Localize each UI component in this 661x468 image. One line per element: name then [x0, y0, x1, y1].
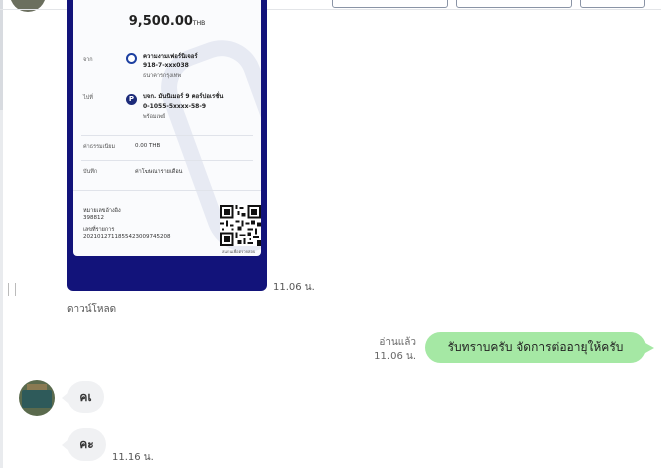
- fee-value: 0.00 THB: [135, 143, 161, 149]
- sender-avatar[interactable]: [19, 380, 55, 416]
- left-panel-edge-top: [0, 0, 3, 110]
- slip-card: 9,500.00THB จาก ความงามเฟอร์นิเจอร์ 918-…: [73, 0, 261, 256]
- fee-label: ค่าธรรมเนียม: [83, 144, 116, 150]
- slip-separator: [81, 135, 253, 136]
- bank-logo-icon: [126, 53, 137, 64]
- note-value: ค่าโฆษณารายเดือน: [135, 169, 183, 175]
- from-name: ความงามเฟอร์นิเจอร์: [143, 53, 198, 60]
- from-bank: ธนาคารกรุงเทพ: [143, 73, 182, 79]
- to-service: พร้อมเพย์: [143, 114, 166, 120]
- outgoing-message-bubble[interactable]: รับทราบครับ จัดการต่ออายุให้ครับ: [425, 332, 654, 363]
- incoming-message-bubble[interactable]: คเ: [62, 381, 104, 413]
- incoming-timestamp: 11.16 น.: [112, 452, 154, 463]
- slip-separator: [81, 160, 253, 161]
- promptpay-icon: P: [126, 94, 137, 105]
- contact-avatar[interactable]: [10, 0, 46, 12]
- txn-label: เลขที่รายการ: [83, 227, 115, 233]
- note-label: บันทึก: [83, 169, 98, 175]
- from-label: จาก: [83, 57, 93, 63]
- txn-value: 20210127118554230097452​08: [83, 234, 171, 240]
- from-account: 918-7-xxx038: [143, 62, 189, 69]
- incoming-message-bubble[interactable]: คะ: [62, 428, 106, 461]
- read-receipt: อ่านแล้ว 11.06 น.: [374, 336, 416, 364]
- to-account: 0-1055-5xxxx-58-9: [143, 103, 207, 110]
- to-name: บจก. มันนิเมอร์ 9 คอร์ปอเรชั่น: [143, 93, 224, 100]
- read-status: อ่านแล้ว: [379, 337, 416, 348]
- ref-value: 398812: [83, 215, 104, 221]
- ref-label: หมายเลขอ้างอิง: [83, 208, 121, 214]
- download-link[interactable]: ดาวน์โหลด: [67, 302, 116, 317]
- panel-resize-handle[interactable]: [8, 283, 16, 296]
- slip-separator: [73, 190, 261, 191]
- to-label: ไปที่: [83, 95, 93, 101]
- qr-code-icon: [220, 205, 261, 246]
- header-button-2[interactable]: [456, 0, 572, 8]
- outgoing-timestamp: 11.06 น.: [374, 351, 416, 362]
- header-button-3[interactable]: [580, 0, 645, 8]
- slip-amount: 9,500.00THB: [128, 14, 206, 29]
- slip-timestamp: 11.06 น.: [273, 282, 315, 293]
- transfer-slip-image[interactable]: 9,500.00THB จาก ความงามเฟอร์นิเจอร์ 918-…: [67, 0, 267, 291]
- header-button-1[interactable]: [332, 0, 448, 8]
- qr-caption: สแกนเพื่อตรวจสอบ: [222, 249, 256, 254]
